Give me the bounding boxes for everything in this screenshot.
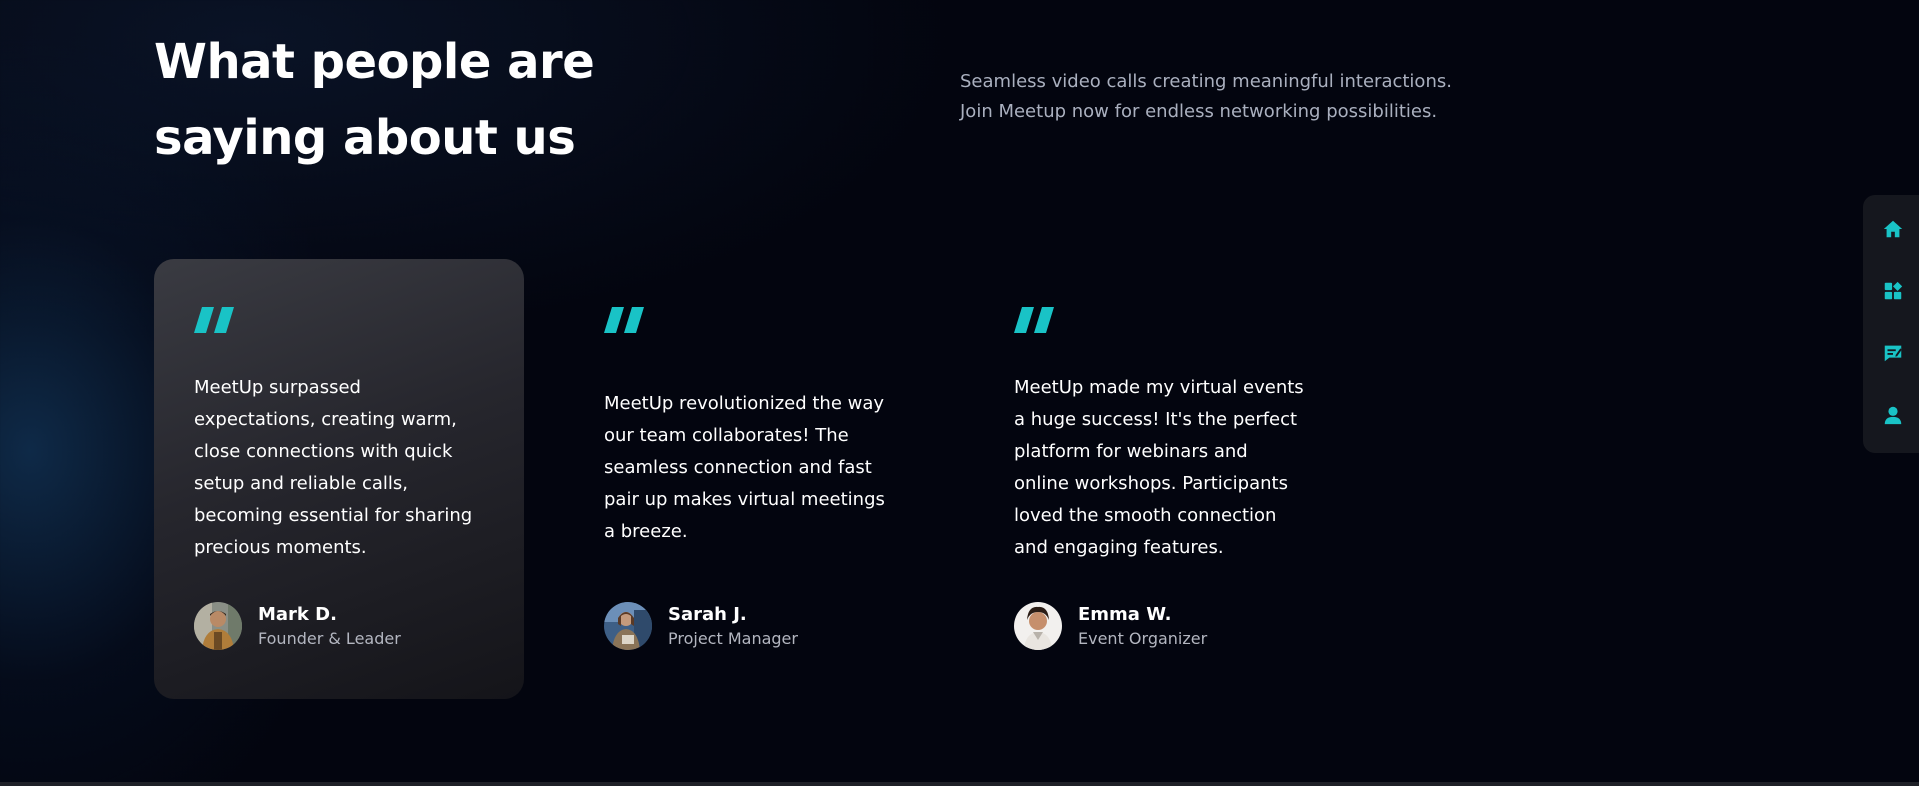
avatar [194, 602, 242, 650]
section-divider [0, 782, 1919, 786]
testimonial-line: MeetUp made my virtual events [1014, 377, 1304, 398]
testimonial-line: becoming essential for sharing [194, 505, 473, 526]
author-name: Emma W. [1078, 604, 1172, 625]
testimonial-line: our team collaborates! The [604, 425, 849, 446]
testimonial-line: online workshops. Participants [1014, 473, 1288, 494]
quote-icon [194, 307, 234, 333]
avatar [1014, 602, 1062, 650]
quote-icon [1014, 307, 1054, 333]
testimonial-line: pair up makes virtual meetings [604, 489, 885, 510]
testimonial-text: MeetUp surpassed expectations, creating … [194, 372, 494, 564]
author-role: Founder & Leader [258, 629, 401, 648]
testimonial-card-emma[interactable]: MeetUp made my virtual events a huge suc… [974, 259, 1344, 699]
section-heading: What people are saying about us [154, 24, 714, 176]
testimonial-card-sarah[interactable]: MeetUp revolutionized the way our team c… [564, 259, 934, 699]
author-name: Mark D. [258, 604, 337, 625]
subtext-line-2: Join Meetup now for endless networking p… [960, 101, 1438, 122]
dashboard-icon [1884, 281, 1903, 300]
section-subtext: Seamless video calls creating meaningful… [960, 67, 1580, 127]
testimonial-line: and engaging features. [1014, 537, 1224, 558]
testimonial-line: precious moments. [194, 537, 367, 558]
subtext-line-1: Seamless video calls creating meaningful… [960, 71, 1452, 92]
heading-line-1: What people are [154, 34, 595, 90]
testimonial-line: loved the smooth connection [1014, 505, 1277, 526]
quote-icon [604, 307, 644, 333]
user-icon [1884, 406, 1902, 425]
chat-icon [1884, 345, 1902, 362]
heading-line-2: saying about us [154, 110, 576, 166]
testimonial-line: setup and reliable calls, [194, 473, 409, 494]
testimonial-line: a huge success! It's the perfect [1014, 409, 1298, 430]
testimonial-line: MeetUp surpassed [194, 377, 361, 398]
nav-chat-button[interactable] [1879, 339, 1907, 367]
testimonial-line: MeetUp revolutionized the way [604, 393, 885, 414]
side-nav [1863, 195, 1919, 453]
testimonial-line: close connections with quick [194, 441, 453, 462]
testimonial-line: platform for webinars and [1014, 441, 1248, 462]
home-icon [1883, 220, 1903, 238]
testimonial-line: a breeze. [604, 521, 688, 542]
author-role: Project Manager [668, 629, 798, 648]
testimonial-text: MeetUp made my virtual events a huge suc… [1014, 372, 1314, 564]
author-name: Sarah J. [668, 604, 747, 625]
testimonial-line: seamless connection and fast [604, 457, 872, 478]
nav-dashboard-button[interactable] [1879, 277, 1907, 305]
nav-profile-button[interactable] [1879, 401, 1907, 429]
nav-home-button[interactable] [1879, 215, 1907, 243]
testimonial-line: expectations, creating warm, [194, 409, 457, 430]
testimonial-text: MeetUp revolutionized the way our team c… [604, 388, 904, 548]
author-role: Event Organizer [1078, 629, 1208, 648]
testimonial-card-mark[interactable]: MeetUp surpassed expectations, creating … [154, 259, 524, 699]
avatar [604, 602, 652, 650]
